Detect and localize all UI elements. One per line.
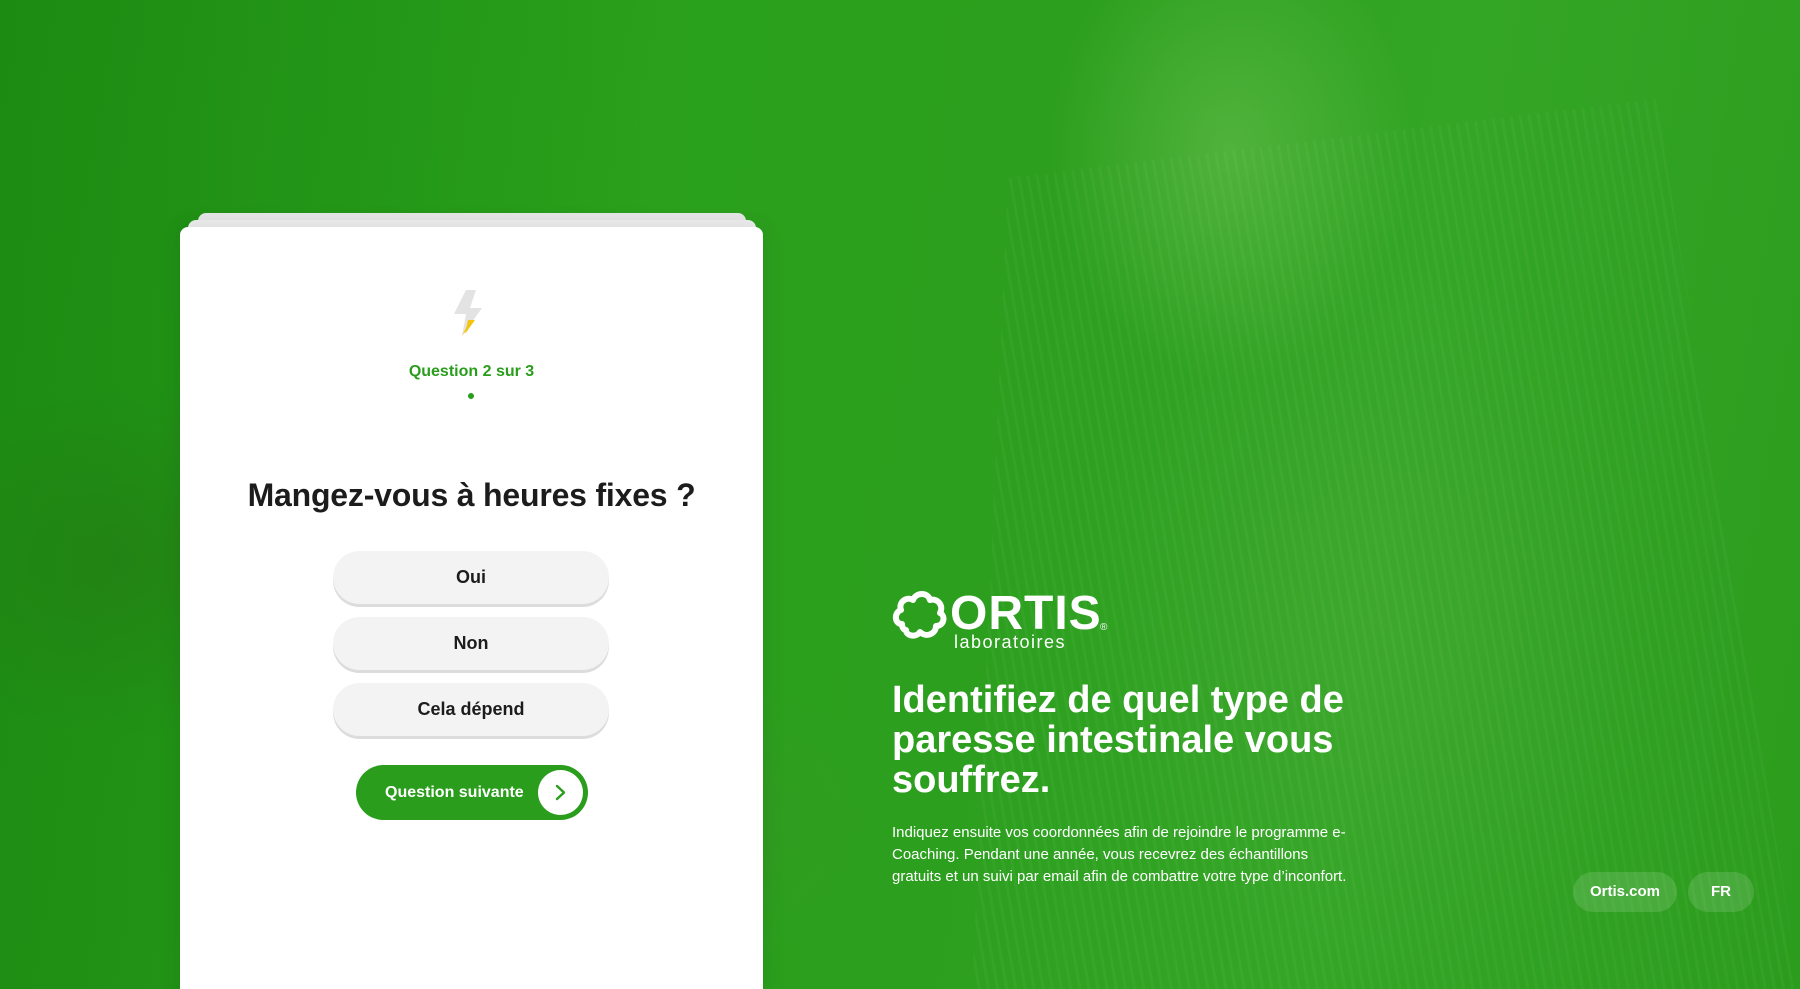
answer-cela-depend-button[interactable]: Cela dépend (333, 683, 609, 736)
lightning-bolt-icon (454, 290, 482, 336)
hero-description: Indiquez ensuite vos coordonnées afin de… (892, 824, 1347, 885)
brand-subtitle: laboratoires (954, 632, 1067, 652)
answer-oui-button[interactable]: Oui (333, 551, 609, 604)
next-question-button[interactable]: Question suivante (356, 765, 588, 820)
language-selector[interactable]: FR (1688, 872, 1754, 912)
progress-label: Question 2 sur 3 (408, 363, 535, 380)
registered-mark: ® (1100, 622, 1108, 633)
hero-headline: Identifiez de quel type de paresse intes… (892, 679, 1344, 801)
answer-non-button[interactable]: Non (333, 617, 609, 670)
chevron-right-icon (538, 770, 583, 815)
progress-dot (468, 393, 474, 399)
ortis-logo: ORTIS ® laboratoires (892, 587, 1112, 654)
quiz-card: Question 2 sur 3 Mangez-vous à heures fi… (180, 227, 763, 989)
question-title: Mangez-vous à heures fixes ? (247, 477, 696, 513)
page: Question 2 sur 3 Mangez-vous à heures fi… (0, 0, 1800, 989)
ortis-cloud-icon (892, 591, 947, 639)
next-question-label: Question suivante (385, 784, 524, 801)
ortis-site-link[interactable]: Ortis.com (1573, 872, 1677, 912)
